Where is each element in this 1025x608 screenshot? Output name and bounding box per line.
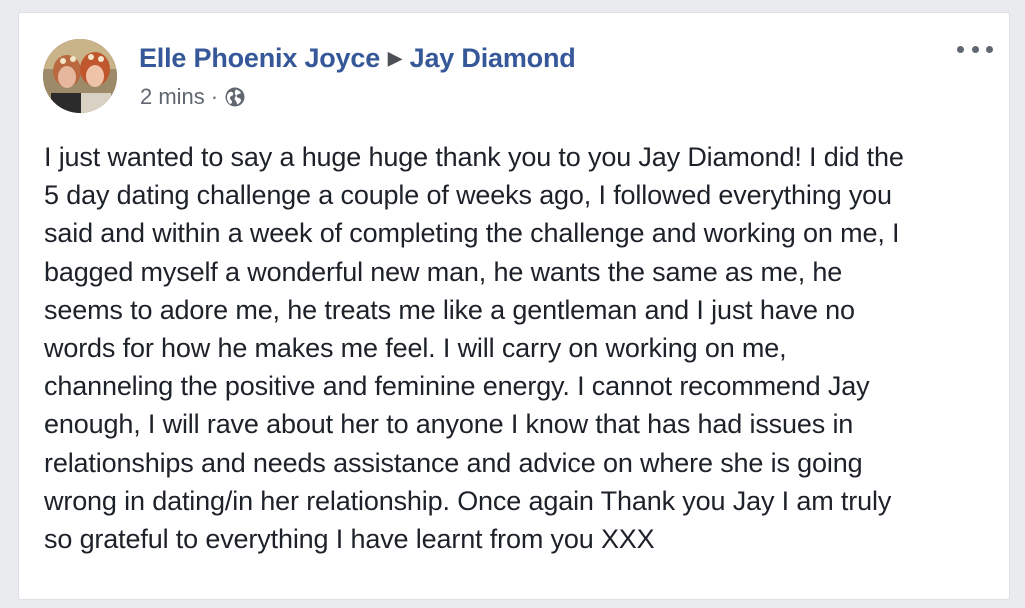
post-line: seems to adore me, he treats me like a g… — [44, 294, 855, 325]
post-line: 5 day dating challenge a couple of weeks… — [44, 180, 892, 211]
post-meta: 2 mins · — [140, 84, 246, 110]
post-line: wrong in dating/in her relationship. Onc… — [44, 485, 892, 516]
post-line: channeling the positive and feminine ene… — [44, 371, 870, 402]
more-options-icon[interactable] — [957, 39, 993, 59]
more-dot — [957, 45, 964, 53]
profile-photo — [43, 39, 117, 113]
post-line: relationships and needs assistance and a… — [44, 447, 863, 478]
author-link[interactable]: Elle Phoenix Joyce — [139, 43, 380, 73]
shared-to-arrow-icon: ▶ — [388, 48, 402, 68]
post-body: I just wanted to say a huge huge thank y… — [44, 138, 994, 558]
recipient-link[interactable]: Jay Diamond — [410, 43, 576, 73]
post-line: so grateful to everything I have learnt … — [44, 524, 655, 555]
post-line: bagged myself a wonderful new man, he wa… — [44, 256, 843, 287]
meta-separator: · — [210, 84, 219, 109]
post-header: Elle Phoenix Joyce ▶ Jay Diamond — [139, 43, 576, 74]
timestamp-link[interactable]: 2 mins — [140, 84, 205, 110]
post-line: I just wanted to say a huge huge thank y… — [44, 142, 904, 172]
post-line: said and within a week of completing the… — [44, 218, 900, 249]
more-dot — [986, 45, 993, 53]
post-line: words for how he makes me feel. I will c… — [44, 333, 787, 364]
avatar[interactable] — [43, 39, 117, 113]
post-line: enough, I will rave about her to anyone … — [44, 409, 854, 440]
post-card: Elle Phoenix Joyce ▶ Jay Diamond 2 mins · … — [18, 12, 1010, 600]
globe-icon[interactable] — [224, 86, 246, 108]
more-dot — [971, 45, 979, 53]
